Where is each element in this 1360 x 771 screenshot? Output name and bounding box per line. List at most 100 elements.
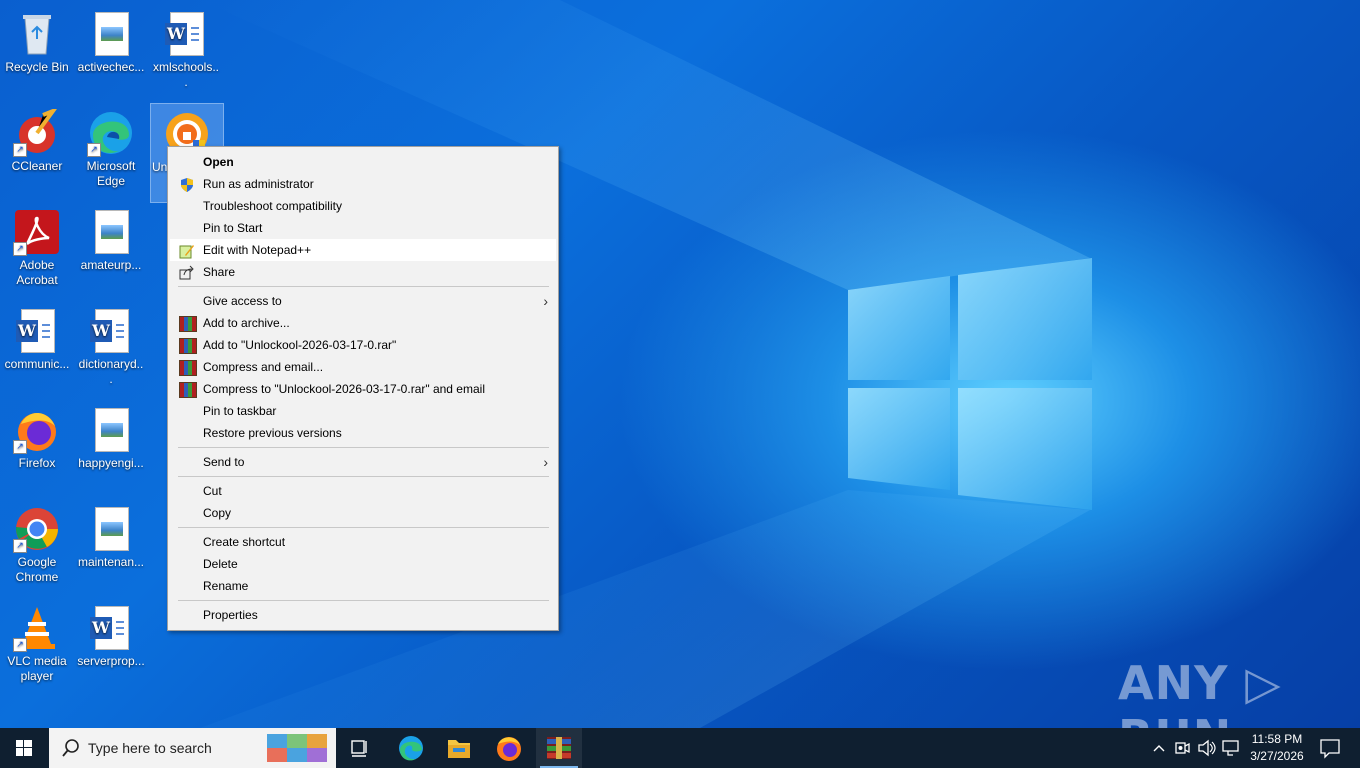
- search-highlight-puzzle-icon: [267, 734, 327, 762]
- search-placeholder: Type here to search: [88, 740, 212, 756]
- volume-icon: [1198, 739, 1216, 757]
- menu-item-compress-and-email[interactable]: Compress and email...: [170, 356, 556, 378]
- anyrun-watermark: ANY ▷ RUN: [1118, 656, 1282, 728]
- edge-icon: [399, 736, 423, 761]
- winrar-icon: [179, 382, 197, 398]
- menu-item-copy[interactable]: Copy: [170, 502, 556, 524]
- desktop-icon-label: VLC media player: [7, 654, 67, 683]
- menu-item-create-shortcut[interactable]: Create shortcut: [170, 531, 556, 553]
- desktop-icon-communic[interactable]: W communic...: [1, 301, 73, 372]
- context-menu: Open Run as administrator Troubleshoot c…: [167, 146, 559, 631]
- desktop-icon-label: Firefox: [18, 456, 56, 470]
- desktop-icon-xmlschools[interactable]: W xmlschools...: [150, 4, 222, 90]
- menu-item-give-access-to[interactable]: Give access to ›: [170, 290, 556, 312]
- notepadpp-icon: [179, 243, 195, 259]
- menu-item-cut[interactable]: Cut: [170, 480, 556, 502]
- desktop-icon-label: activechec...: [77, 60, 145, 74]
- word-document-icon: W: [13, 307, 61, 355]
- desktop-icon-adobe-acrobat[interactable]: ↗ Adobe Acrobat: [1, 202, 73, 288]
- image-file-icon: [87, 10, 135, 58]
- adobe-acrobat-icon: ↗: [13, 208, 61, 256]
- tray-meet-now[interactable]: [1172, 728, 1192, 768]
- taskbar-winrar[interactable]: [536, 728, 582, 768]
- menu-item-add-to-archive[interactable]: Add to archive...: [170, 312, 556, 334]
- menu-separator: [178, 527, 549, 528]
- chrome-icon: ↗: [13, 505, 61, 553]
- desktop-icon-dictionaryd[interactable]: W dictionaryd...: [75, 301, 147, 387]
- desktop-icon-microsoft-edge[interactable]: ↗ Microsoft Edge: [75, 103, 147, 189]
- desktop-icon-firefox[interactable]: ↗ Firefox: [1, 400, 73, 471]
- desktop-icon-label: Google Chrome: [15, 555, 59, 584]
- desktop-icon-serverprop[interactable]: W serverprop...: [75, 598, 147, 669]
- image-file-icon: [87, 505, 135, 553]
- recycle-bin-icon: [13, 10, 61, 58]
- winrar-icon: [547, 737, 571, 759]
- clock-date: 3/27/2026: [1250, 749, 1304, 763]
- menu-item-pin-to-start[interactable]: Pin to Start: [170, 217, 556, 239]
- desktop-icon-recycle-bin[interactable]: Recycle Bin: [1, 4, 73, 75]
- desktop-icon-happyengi[interactable]: happyengi...: [75, 400, 147, 471]
- winrar-icon: [179, 338, 197, 354]
- menu-item-restore-previous-versions[interactable]: Restore previous versions: [170, 422, 556, 444]
- taskbar-file-explorer[interactable]: [436, 728, 482, 768]
- tray-volume[interactable]: [1196, 728, 1218, 768]
- taskbar-search-box[interactable]: Type here to search: [49, 728, 336, 768]
- menu-item-send-to[interactable]: Send to ›: [170, 451, 556, 473]
- clock-time: 11:58 PM: [1251, 732, 1303, 746]
- menu-item-rename[interactable]: Rename: [170, 575, 556, 597]
- tray-clock[interactable]: 11:58 PM 3/27/2026: [1246, 728, 1308, 768]
- file-explorer-icon: [448, 740, 470, 758]
- menu-item-share[interactable]: Share: [170, 261, 556, 283]
- menu-item-edit-with-notepadpp[interactable]: Edit with Notepad++: [170, 239, 556, 261]
- task-view-icon: [351, 740, 367, 757]
- action-center-button[interactable]: [1312, 728, 1348, 768]
- desktop-icon-label: Microsoft Edge: [86, 159, 136, 188]
- desktop-icon-activechec[interactable]: activechec...: [75, 4, 147, 75]
- tray-network[interactable]: [1220, 728, 1242, 768]
- notification-icon: [1320, 739, 1340, 759]
- shortcut-arrow-icon: ↗: [13, 143, 27, 157]
- desktop-icon-label: CCleaner: [11, 159, 63, 173]
- shortcut-arrow-icon: ↗: [13, 638, 27, 652]
- menu-item-delete[interactable]: Delete: [170, 553, 556, 575]
- chevron-right-icon: ›: [543, 454, 548, 470]
- menu-item-compress-to-rar-and-email[interactable]: Compress to "Unlockool-2026-03-17-0.rar"…: [170, 378, 556, 400]
- network-icon: [1222, 740, 1239, 756]
- desktop-icon-ccleaner[interactable]: ↗ CCleaner: [1, 103, 73, 174]
- show-hidden-icons-button[interactable]: [1148, 728, 1170, 768]
- taskbar: Type here to search 11:58 PM 3/27/2026: [0, 728, 1360, 768]
- winrar-icon: [179, 316, 197, 332]
- menu-item-properties[interactable]: Properties: [170, 604, 556, 626]
- taskbar-edge[interactable]: [388, 728, 434, 768]
- edge-icon: ↗: [87, 109, 135, 157]
- menu-item-troubleshoot[interactable]: Troubleshoot compatibility: [170, 195, 556, 217]
- desktop-icon-label: serverprop...: [77, 654, 145, 668]
- uac-shield-icon: [179, 177, 195, 192]
- winrar-icon: [179, 360, 197, 376]
- menu-item-pin-to-taskbar[interactable]: Pin to taskbar: [170, 400, 556, 422]
- desktop-icon-vlc[interactable]: ↗ VLC media player: [1, 598, 73, 684]
- menu-separator: [178, 476, 549, 477]
- desktop-icon-label: communic...: [4, 357, 70, 371]
- shortcut-arrow-icon: ↗: [87, 143, 101, 157]
- desktop-icon-label: dictionaryd...: [78, 357, 144, 386]
- menu-item-add-to-rar[interactable]: Add to "Unlockool-2026-03-17-0.rar": [170, 334, 556, 356]
- shortcut-arrow-icon: ↗: [13, 242, 27, 256]
- task-view-button[interactable]: [338, 728, 382, 768]
- word-document-icon: W: [162, 10, 210, 58]
- shortcut-arrow-icon: ↗: [13, 440, 27, 454]
- share-icon: [179, 265, 195, 280]
- search-icon: [62, 739, 79, 757]
- image-file-icon: [87, 406, 135, 454]
- taskbar-firefox[interactable]: [486, 728, 532, 768]
- shortcut-arrow-icon: ↗: [13, 539, 27, 553]
- desktop-icon-google-chrome[interactable]: ↗ Google Chrome: [1, 499, 73, 585]
- desktop-icon-maintenan[interactable]: maintenan...: [75, 499, 147, 570]
- desktop-icon-label: happyengi...: [78, 456, 144, 470]
- desktop-icon-label: maintenan...: [77, 555, 145, 569]
- start-button[interactable]: [0, 728, 48, 768]
- desktop-icon-label: Recycle Bin: [5, 60, 69, 74]
- menu-item-run-as-administrator[interactable]: Run as administrator: [170, 173, 556, 195]
- menu-item-open[interactable]: Open: [170, 151, 556, 173]
- desktop-icon-amateurp[interactable]: amateurp...: [75, 202, 147, 273]
